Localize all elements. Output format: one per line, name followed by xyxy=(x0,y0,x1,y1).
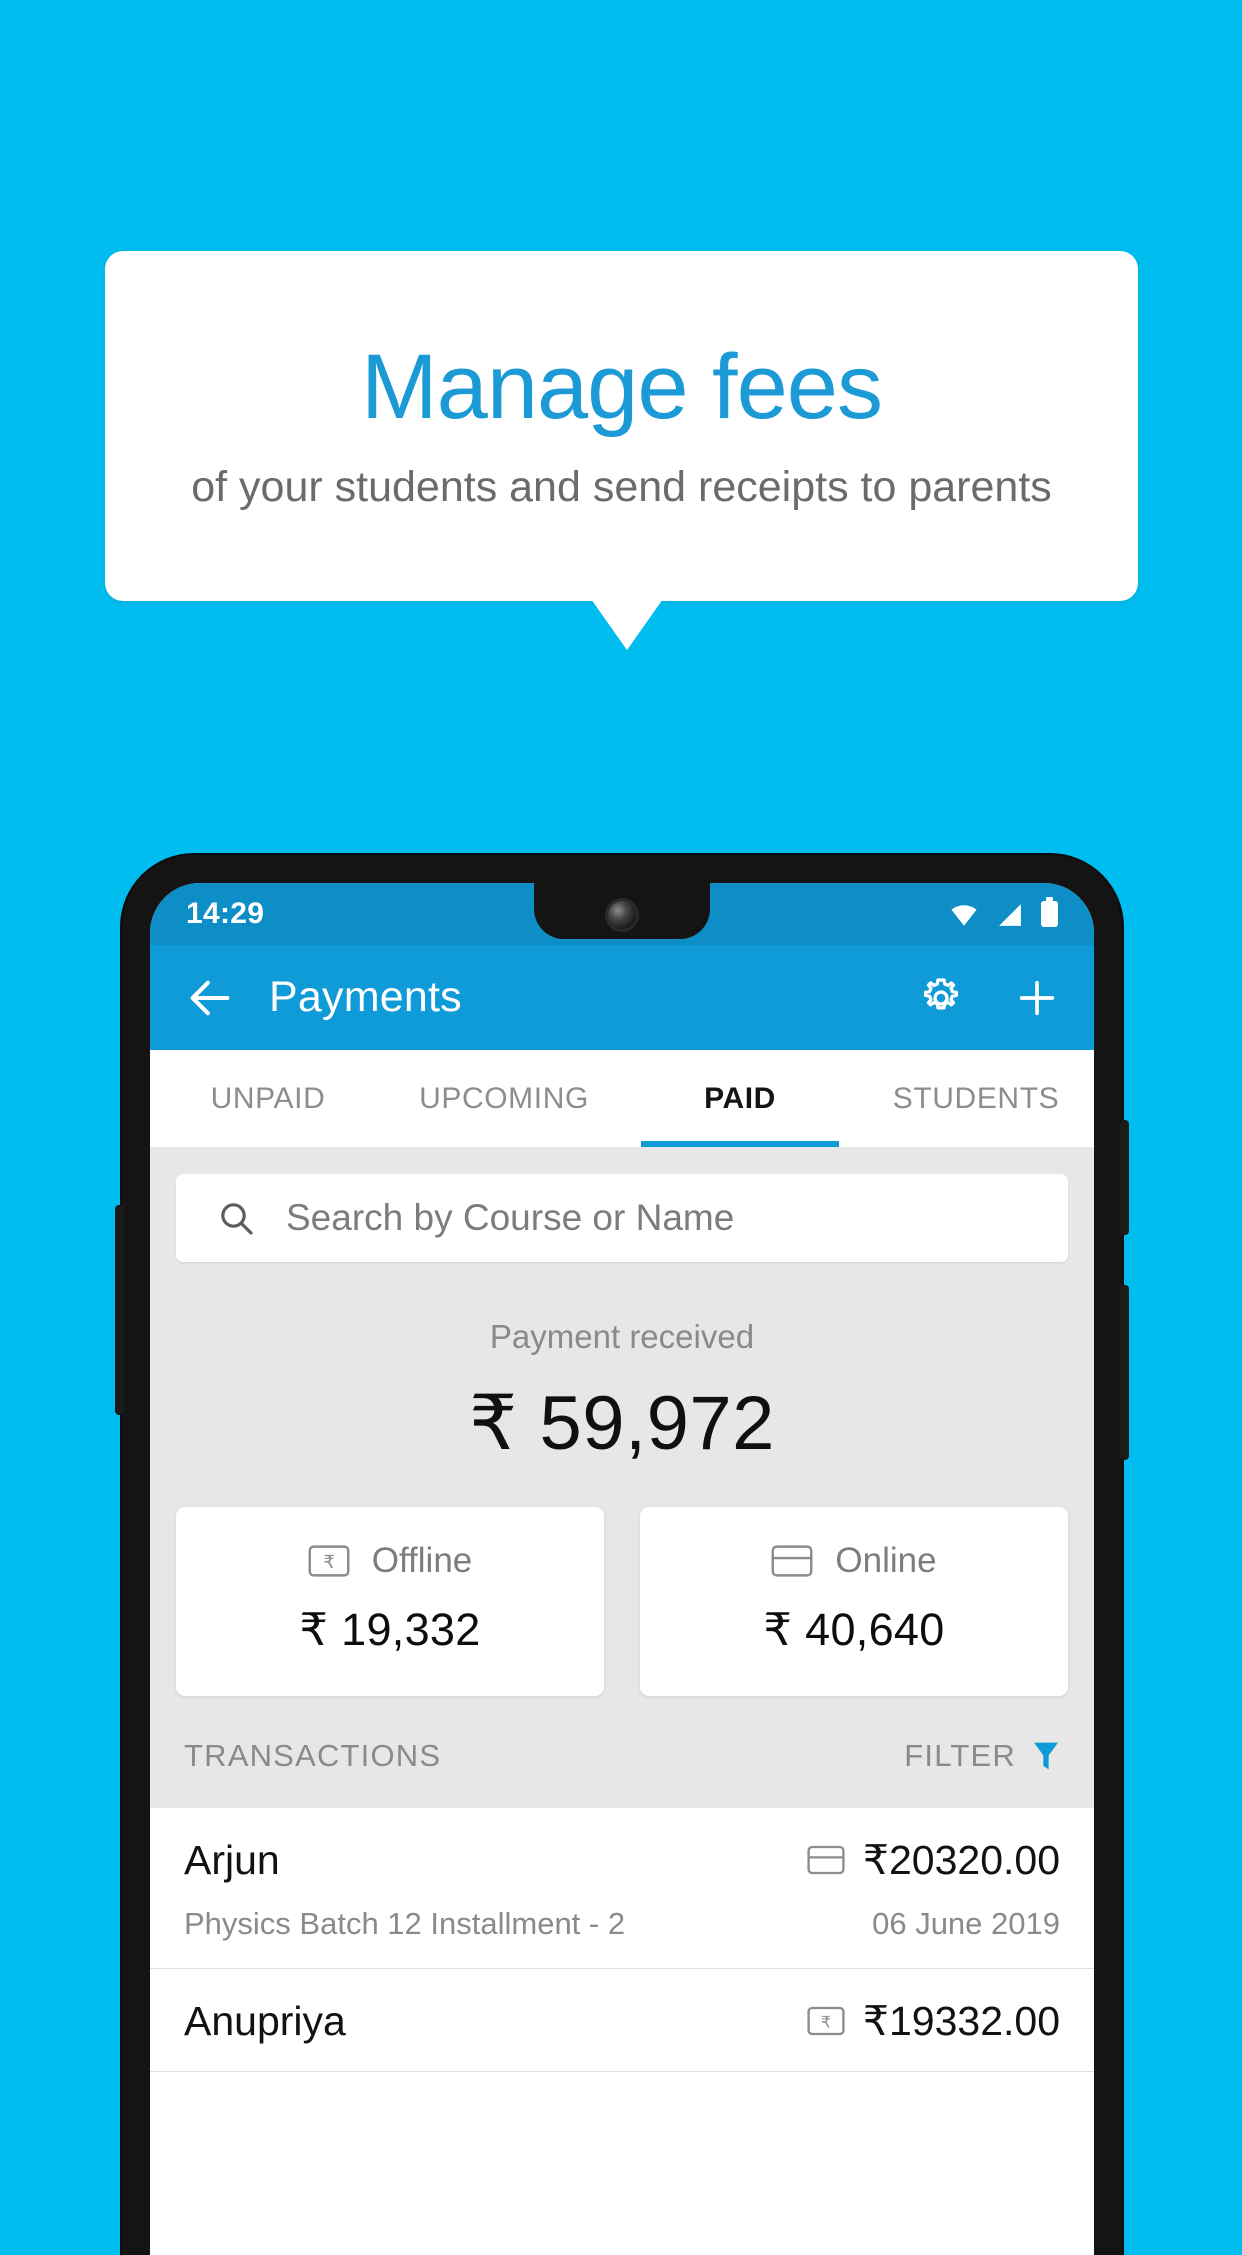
svg-text:₹: ₹ xyxy=(821,2013,831,2031)
content-area: Search by Course or Name Payment receive… xyxy=(150,1148,1094,1808)
signal-icon xyxy=(999,904,1021,926)
app-bar-actions xyxy=(918,975,1060,1021)
plus-icon[interactable] xyxy=(1014,975,1060,1021)
table-row[interactable]: Arjun ₹20320.00 Physics Batch 12 Install… xyxy=(150,1808,1094,1969)
filter-button[interactable]: FILTER xyxy=(904,1738,1060,1774)
tab-upcoming[interactable]: UPCOMING xyxy=(386,1050,622,1147)
rupee-note-icon: ₹ xyxy=(308,1545,350,1577)
transaction-primary-line: Anupriya ₹ ₹19332.00 xyxy=(184,1997,1060,2045)
promo-card-tail xyxy=(591,599,663,650)
front-camera xyxy=(608,901,636,929)
offline-card-label: Offline xyxy=(371,1541,473,1580)
phone-button-right-upper xyxy=(1120,1120,1129,1235)
search-container: Search by Course or Name xyxy=(150,1148,1094,1262)
status-bar: 14:29 xyxy=(150,883,1094,945)
phone-button-right-lower xyxy=(1120,1285,1129,1460)
transaction-amount-group: ₹ ₹19332.00 xyxy=(807,1997,1060,2045)
search-input[interactable]: Search by Course or Name xyxy=(176,1174,1068,1262)
online-card-header: Online xyxy=(640,1541,1068,1581)
wifi-icon xyxy=(951,905,977,926)
payment-summary: Payment received ₹ 59,972 xyxy=(150,1262,1094,1473)
promo-title: Manage fees xyxy=(361,335,883,438)
payment-received-label: Payment received xyxy=(489,1318,755,1355)
promo-subtitle: of your students and send receipts to pa… xyxy=(191,462,1052,511)
search-placeholder: Search by Course or Name xyxy=(286,1197,735,1238)
app-bar: Payments xyxy=(150,945,1094,1050)
rupee-note-icon: ₹ xyxy=(807,2006,845,2036)
svg-text:₹: ₹ xyxy=(323,1552,334,1572)
transaction-amount: ₹19332.00 xyxy=(862,1998,1060,2044)
transactions-title: TRANSACTIONS xyxy=(184,1738,442,1773)
promo-card: Manage fees of your students and send re… xyxy=(105,251,1138,601)
transaction-amount: ₹20320.00 xyxy=(862,1837,1060,1883)
online-payment-card[interactable]: Online ₹ 40,640 xyxy=(640,1507,1068,1696)
transaction-list: Arjun ₹20320.00 Physics Batch 12 Install… xyxy=(150,1808,1094,2072)
tab-paid[interactable]: PAID xyxy=(622,1050,858,1147)
status-bar-icons xyxy=(949,897,1058,927)
payment-mode-cards: ₹ Offline ₹ 19,332 Online ₹ 40,640 xyxy=(150,1473,1094,1696)
transactions-header: TRANSACTIONS FILTER xyxy=(150,1696,1094,1808)
status-bar-clock: 14:29 xyxy=(186,897,265,930)
gear-icon[interactable] xyxy=(918,975,964,1021)
filter-label: FILTER xyxy=(904,1738,1016,1773)
tab-bar: UNPAID UPCOMING PAID STUDENTS xyxy=(150,1050,1094,1148)
phone-notch xyxy=(534,883,710,939)
transaction-amount-group: ₹20320.00 xyxy=(807,1836,1060,1884)
credit-card-icon xyxy=(807,1845,845,1875)
transaction-date: 06 June 2019 xyxy=(872,1906,1060,1941)
transaction-secondary-line: Physics Batch 12 Installment - 2 06 June… xyxy=(184,1906,1060,1942)
app-bar-title: Payments xyxy=(269,973,462,1021)
tab-students[interactable]: STUDENTS xyxy=(858,1050,1094,1147)
transaction-name: Arjun xyxy=(184,1836,280,1883)
offline-card-amount: ₹ 19,332 xyxy=(299,1604,481,1655)
credit-card-icon xyxy=(771,1545,813,1577)
payment-received-amount: ₹ 59,972 xyxy=(469,1381,775,1466)
online-card-label: Online xyxy=(835,1541,937,1580)
tab-unpaid[interactable]: UNPAID xyxy=(150,1050,386,1147)
funnel-icon xyxy=(1034,1742,1058,1770)
phone-mockup: 14:29 Payments UNPAID UPCOMING PAID STUD… xyxy=(115,855,1129,2255)
transaction-name: Anupriya xyxy=(184,1997,346,2044)
offline-card-header: ₹ Offline xyxy=(176,1541,604,1581)
battery-icon xyxy=(1041,897,1058,927)
online-card-amount: ₹ 40,640 xyxy=(763,1604,945,1655)
offline-payment-card[interactable]: ₹ Offline ₹ 19,332 xyxy=(176,1507,604,1696)
phone-button-left xyxy=(115,1205,124,1415)
transaction-description: Physics Batch 12 Installment - 2 xyxy=(184,1906,626,1941)
table-row[interactable]: Anupriya ₹ ₹19332.00 xyxy=(150,1969,1094,2072)
transaction-primary-line: Arjun ₹20320.00 xyxy=(184,1836,1060,1884)
search-icon xyxy=(221,1203,253,1235)
arrow-left-icon[interactable] xyxy=(184,972,236,1024)
phone-screen: 14:29 Payments UNPAID UPCOMING PAID STUD… xyxy=(150,883,1094,2255)
